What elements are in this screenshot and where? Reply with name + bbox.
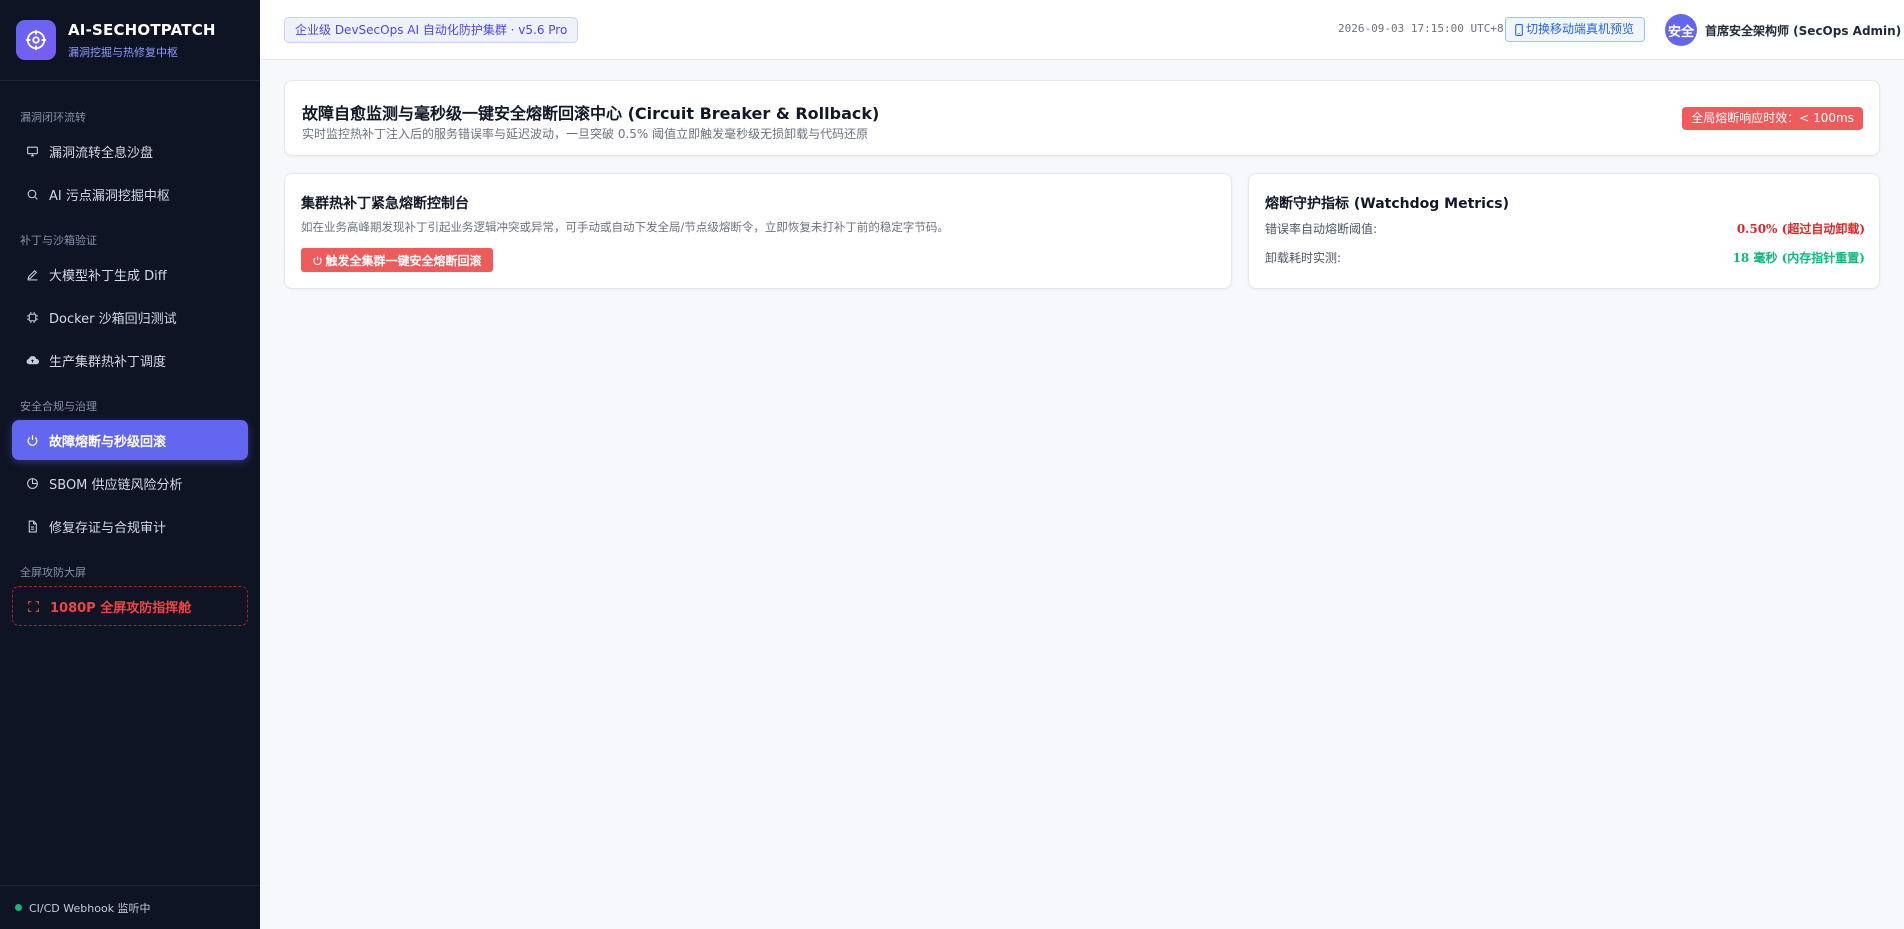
metric-value: 18 毫秒 (内存指针重置) [1732, 251, 1865, 265]
search-icon [25, 187, 39, 201]
crosshair-icon [16, 20, 56, 60]
sidebar-item-label: 1080P 全屏攻防指挥舱 [50, 600, 192, 616]
sidebar-item-patch-diff[interactable]: 大模型补丁生成 Diff [12, 254, 248, 294]
metric-row-threshold: 错误率自动熔断阈值: 0.50% (超过自动卸载) [1265, 220, 1865, 237]
emergency-console-card: 集群热补丁紧急熔断控制台 如在业务高峰期发现补丁引起业务逻辑冲突或异常，可手动或… [284, 173, 1232, 289]
sidebar-item-label: 漏洞流转全息沙盘 [49, 145, 154, 161]
metric-value: 0.50% (超过自动卸载) [1736, 222, 1865, 236]
trigger-rollback-label: 触发全集群一键安全熔断回滚 [325, 253, 482, 268]
sidebar-item-label: 修复存证与合规审计 [49, 520, 167, 536]
mobile-preview-label: 切换移动端真机预览 [1526, 22, 1635, 36]
nav-group-title: 漏洞闭环流转 [20, 111, 86, 124]
sidebar-item-label: Docker 沙箱回归测试 [49, 311, 177, 327]
webhook-status: CI/CD Webhook 监听中 [0, 885, 260, 929]
page-title: 故障自愈监测与毫秒级一键安全熔断回滚中心 (Circuit Breaker & … [302, 104, 880, 123]
nav-group-title: 补丁与沙箱验证 [20, 234, 97, 247]
console-title: 集群热补丁紧急熔断控制台 [301, 196, 469, 212]
brand-subtitle: 漏洞挖掘与热修复中枢 [68, 45, 178, 59]
power-icon [25, 433, 39, 447]
trigger-rollback-button[interactable]: 触发全集群一键安全熔断回滚 [301, 248, 493, 272]
console-description: 如在业务高峰期发现补丁引起业务逻辑冲突或异常，可手动或自动下发全局/节点级熔断令… [301, 220, 949, 234]
sidebar: AI-SECHOTPATCH 漏洞挖掘与热修复中枢 漏洞闭环流转 漏洞流转全息沙… [0, 0, 260, 929]
cloud-upload-icon [25, 353, 39, 367]
pie-chart-icon [25, 476, 39, 490]
status-dot-icon [15, 904, 22, 911]
sidebar-item-label: SBOM 供应链风险分析 [49, 477, 183, 493]
version-badge: 企业级 DevSecOps AI 自动化防护集群 · v5.6 Pro [284, 17, 579, 43]
page-subtitle: 实时监控热补丁注入后的服务错误率与延迟波动，一旦突破 0.5% 阈值立即触发毫秒… [302, 127, 869, 141]
sidebar-item-fullscreen-cockpit[interactable]: 1080P 全屏攻防指挥舱 [12, 586, 248, 626]
user-name[interactable]: 首席安全架构师 (SecOps Admin) [1705, 22, 1901, 39]
sidebar-item-taint-mining[interactable]: AI 污点漏洞挖掘中枢 [12, 174, 248, 214]
nav-group-title: 安全合规与治理 [20, 400, 97, 413]
metrics-title: 熔断守护指标 (Watchdog Metrics) [1265, 196, 1510, 212]
rollback-center-header: 故障自愈监测与毫秒级一键安全熔断回滚中心 (Circuit Breaker & … [284, 80, 1880, 156]
pen-icon [25, 267, 39, 281]
sidebar-item-label: 大模型补丁生成 Diff [49, 268, 167, 284]
watchdog-metrics-card: 熔断守护指标 (Watchdog Metrics) 错误率自动熔断阈值: 0.5… [1248, 173, 1880, 289]
avatar[interactable]: 安全 [1665, 14, 1697, 46]
metric-row-unload-time: 卸载耗时实测: 18 毫秒 (内存指针重置) [1265, 249, 1865, 266]
sidebar-item-audit[interactable]: 修复存证与合规审计 [12, 506, 248, 546]
fullscreen-icon [26, 599, 40, 613]
sidebar-nav: 漏洞闭环流转 漏洞流转全息沙盘 AI 污点漏洞挖掘中枢 补丁与沙箱验证 大模型补… [0, 81, 260, 626]
sidebar-item-label: 生产集群热补丁调度 [49, 354, 167, 370]
webhook-status-text: CI/CD Webhook 监听中 [29, 901, 151, 915]
response-time-badge: 全局熔断响应时效：< 100ms [1682, 107, 1863, 130]
brand: AI-SECHOTPATCH 漏洞挖掘与热修复中枢 [0, 0, 260, 81]
nav-group-title: 全屏攻防大屏 [20, 566, 86, 579]
sidebar-item-circuit-breaker[interactable]: 故障熔断与秒级回滚 [12, 420, 248, 460]
document-icon [25, 519, 39, 533]
metric-label: 卸载耗时实测: [1265, 251, 1342, 265]
sidebar-item-sbom[interactable]: SBOM 供应链风险分析 [12, 463, 248, 503]
metric-label: 错误率自动熔断阈值: [1265, 222, 1378, 236]
power-icon [312, 255, 323, 266]
sidebar-item-label: AI 污点漏洞挖掘中枢 [49, 188, 170, 204]
chip-icon [25, 310, 39, 324]
monitor-icon [25, 144, 39, 158]
sidebar-item-hotpatch-dispatch[interactable]: 生产集群热补丁调度 [12, 340, 248, 380]
sidebar-item-label: 故障熔断与秒级回滚 [49, 434, 167, 450]
brand-title: AI-SECHOTPATCH [68, 20, 216, 39]
phone-icon [1514, 23, 1524, 36]
sidebar-item-docker-sandbox[interactable]: Docker 沙箱回归测试 [12, 297, 248, 337]
mobile-preview-button[interactable]: 切换移动端真机预览 [1505, 17, 1646, 42]
sidebar-item-vuln-sandbox[interactable]: 漏洞流转全息沙盘 [12, 131, 248, 171]
system-clock: 2026-09-03 17:15:00 UTC+8 [1338, 22, 1504, 35]
top-header: 企业级 DevSecOps AI 自动化防护集群 · v5.6 Pro 2026… [260, 0, 1904, 60]
